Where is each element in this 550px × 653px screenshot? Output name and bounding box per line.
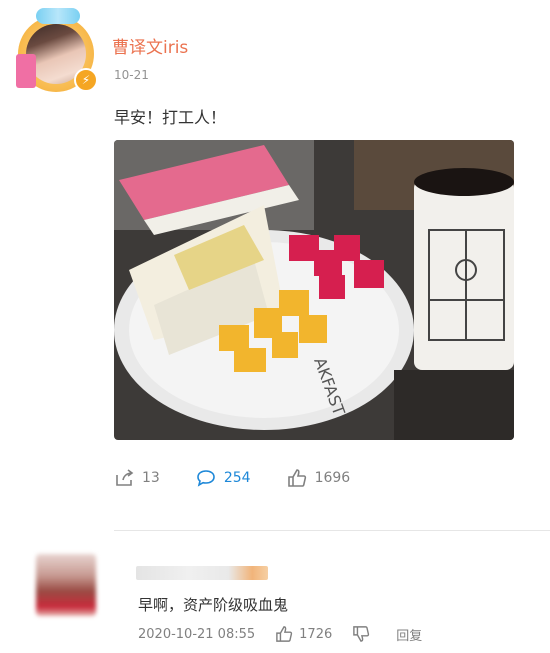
author-avatar[interactable]: ⚡ <box>14 8 100 94</box>
author-name[interactable]: 曹译文iris <box>112 33 188 58</box>
comment-dislike-button[interactable] <box>352 626 376 642</box>
reply-button[interactable]: 回复 <box>396 625 422 644</box>
weibo-post-card: ⚡ 曹译文iris 10-21 早安！打工人！ AKFAST 13 254 16… <box>0 0 550 653</box>
comment-like-count: 1726 <box>299 626 333 642</box>
share-icon <box>116 469 134 486</box>
like-icon <box>276 626 293 642</box>
comment-text: 早啊，资产阶级吸血鬼 <box>138 596 289 614</box>
dislike-icon <box>353 626 370 642</box>
comment-button[interactable]: 254 <box>196 464 251 492</box>
share-count: 13 <box>142 470 160 486</box>
post-time[interactable]: 10-21 <box>114 68 149 82</box>
like-count: 1696 <box>314 470 351 486</box>
post-action-bar: 13 254 1696 <box>114 464 386 492</box>
comment-like-button[interactable]: 1726 <box>275 626 332 642</box>
comment-icon <box>197 470 215 487</box>
commenter-name-blurred <box>136 566 268 580</box>
comment-count: 254 <box>223 470 251 486</box>
like-button[interactable]: 1696 <box>287 464 351 492</box>
avatar-badge <box>16 54 36 88</box>
share-button[interactable]: 13 <box>114 464 160 492</box>
avatar-decoration <box>36 8 80 24</box>
post-image[interactable]: AKFAST <box>114 140 514 440</box>
comment-time: 2020-10-21 08:55 <box>138 626 256 642</box>
like-icon <box>287 469 306 487</box>
divider <box>114 530 550 531</box>
comment-meta: 2020-10-21 08:55 1726 回复 <box>138 624 442 644</box>
post-text: 早安！打工人！ <box>114 108 227 127</box>
verified-icon: ⚡ <box>74 68 98 92</box>
commenter-avatar[interactable] <box>36 554 96 616</box>
